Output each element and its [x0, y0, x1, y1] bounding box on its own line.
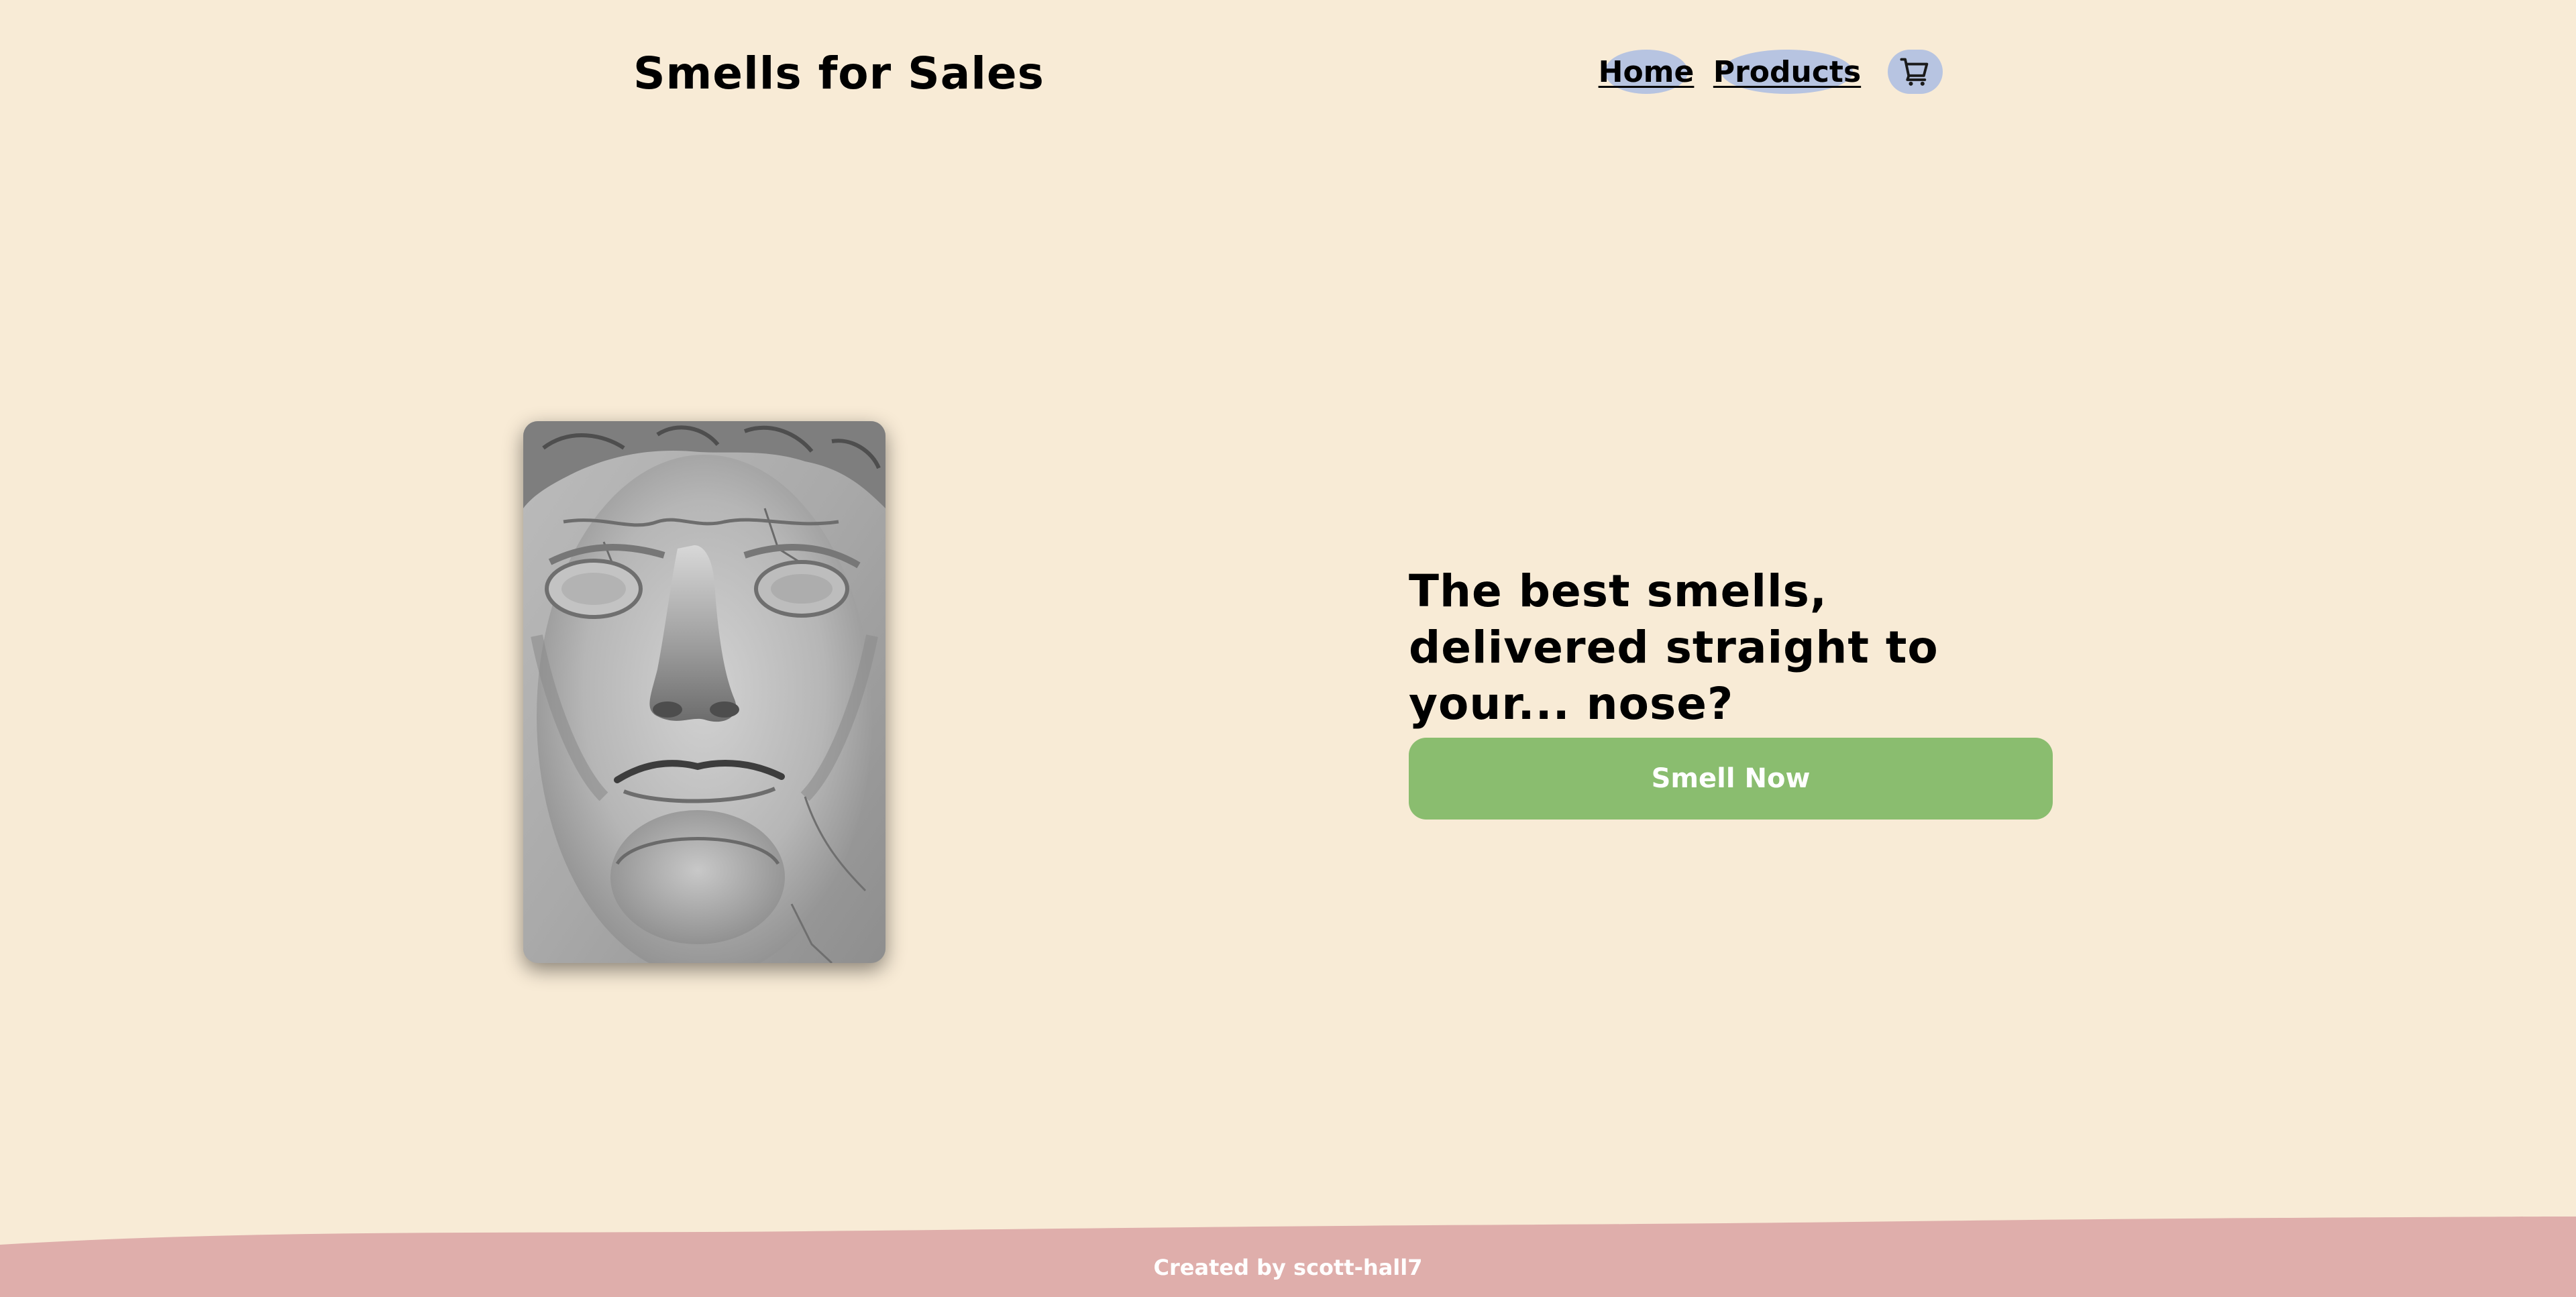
nav-home-link[interactable]: Home	[1599, 50, 1694, 94]
footer: Created by scott-hall7	[0, 1207, 2576, 1297]
cart-button[interactable]	[1888, 50, 1943, 94]
nav-products-link[interactable]: Products	[1713, 50, 1861, 94]
site-header: Smells for Sales Home Products	[0, 0, 2576, 148]
hero-heading: The best smells, delivered straight to y…	[1409, 565, 1939, 730]
main-nav: Home Products	[0, 0, 2576, 148]
smell-now-button[interactable]: Smell Now	[1409, 738, 2053, 820]
shopping-cart-icon	[1900, 58, 1929, 86]
footer-credit: Created by scott-hall7	[1153, 1255, 1423, 1280]
statue-face-image	[523, 421, 885, 963]
